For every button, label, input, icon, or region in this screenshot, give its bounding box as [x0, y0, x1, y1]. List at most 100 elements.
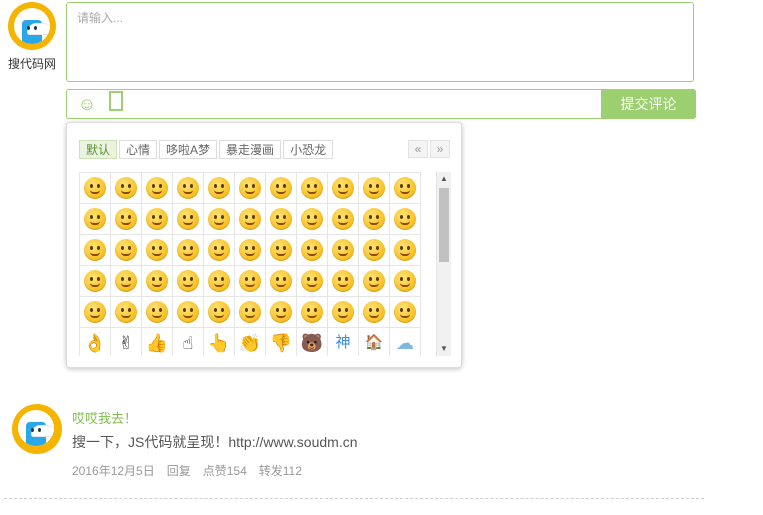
emoji-cell[interactable] — [266, 173, 297, 204]
emoji-face-icon — [239, 301, 261, 323]
comment-text: 搜一下，JS代码就呈现！http://www.soudm.cn — [72, 434, 358, 450]
emoji-cell[interactable] — [142, 235, 173, 266]
emoji-cell[interactable]: ☁ — [390, 328, 421, 356]
emoji-cell[interactable] — [328, 297, 359, 328]
emoji-cell[interactable] — [111, 297, 142, 328]
emoji-cell[interactable] — [111, 204, 142, 235]
emoji-cell[interactable] — [390, 204, 421, 235]
reply-button[interactable]: 回复 — [167, 462, 191, 479]
emoji-cell[interactable] — [390, 297, 421, 328]
emoji-cell[interactable] — [359, 297, 390, 328]
comment-input[interactable] — [66, 2, 694, 82]
emoji-cell[interactable] — [297, 173, 328, 204]
emoji-cell[interactable] — [204, 297, 235, 328]
emoji-glyph-icon: 🏠 — [364, 334, 384, 351]
emoji-cell[interactable] — [173, 235, 204, 266]
emoji-scrollbar[interactable]: ▲ ▼ — [436, 172, 451, 356]
emoji-cell[interactable] — [142, 297, 173, 328]
emoji-cell[interactable] — [173, 204, 204, 235]
emoji-cell[interactable] — [328, 173, 359, 204]
emoji-cell[interactable] — [235, 235, 266, 266]
emoji-cell[interactable] — [328, 235, 359, 266]
emoji-face-icon — [239, 177, 261, 199]
emoji-cell[interactable] — [266, 266, 297, 297]
emoji-cell[interactable]: 神 — [328, 328, 359, 356]
emoji-face-icon — [394, 301, 416, 323]
emoji-face-icon — [146, 208, 168, 230]
emoji-face-icon — [115, 270, 137, 292]
emoji-cell[interactable] — [266, 204, 297, 235]
emoji-cell[interactable]: 👏 — [235, 328, 266, 356]
forward-button[interactable]: 转发112 — [259, 462, 302, 479]
emoji-cell[interactable] — [297, 235, 328, 266]
emoji-cell[interactable] — [328, 204, 359, 235]
emoji-cell[interactable]: 👆 — [204, 328, 235, 356]
emoji-cell[interactable] — [359, 173, 390, 204]
tab-rage-comics[interactable]: 暴走漫画 — [219, 140, 282, 159]
smile-icon[interactable]: ☺ — [77, 94, 97, 114]
emoji-cell[interactable] — [328, 266, 359, 297]
emoji-face-icon — [301, 301, 323, 323]
emoji-face-icon — [177, 208, 199, 230]
emoji-cell[interactable] — [359, 266, 390, 297]
emoji-cell[interactable] — [204, 235, 235, 266]
emoji-cell[interactable] — [80, 297, 111, 328]
emoji-cell[interactable] — [266, 235, 297, 266]
emoji-cell[interactable] — [204, 204, 235, 235]
emoji-cell[interactable] — [204, 266, 235, 297]
next-page-button[interactable]: » — [430, 140, 450, 158]
emoji-cell[interactable] — [390, 235, 421, 266]
emoji-cell[interactable] — [297, 297, 328, 328]
emoji-cell[interactable] — [142, 204, 173, 235]
emoji-cell[interactable]: 👌 — [80, 328, 111, 356]
emoji-cell[interactable] — [80, 173, 111, 204]
emoji-cell[interactable] — [173, 266, 204, 297]
emoji-face-icon — [270, 208, 292, 230]
tab-mood[interactable]: 心情 — [119, 140, 158, 159]
emoji-cell[interactable]: 🏠 — [359, 328, 390, 356]
emoji-cell[interactable] — [80, 204, 111, 235]
emoji-cell[interactable] — [297, 204, 328, 235]
comment-author[interactable]: 哎哎我去！ — [72, 408, 137, 427]
tab-default[interactable]: 默认 — [79, 140, 118, 159]
emoji-cell[interactable] — [80, 235, 111, 266]
emoji-cell[interactable] — [297, 266, 328, 297]
emoji-cell[interactable] — [266, 297, 297, 328]
emoji-cell[interactable] — [142, 266, 173, 297]
tab-doraemon[interactable]: 哆啦A梦 — [159, 140, 218, 159]
emoji-cell[interactable] — [80, 266, 111, 297]
emoji-cell[interactable] — [235, 173, 266, 204]
emoji-cell[interactable] — [173, 297, 204, 328]
emoji-cell[interactable] — [111, 235, 142, 266]
submit-comment-button[interactable]: 提交评论 — [601, 89, 696, 119]
emoji-cell[interactable]: ☝ — [173, 328, 204, 356]
emoji-cell[interactable] — [173, 173, 204, 204]
emoji-cell[interactable] — [235, 266, 266, 297]
emoji-cell[interactable] — [111, 173, 142, 204]
emoji-cell[interactable] — [390, 266, 421, 297]
emoji-cell[interactable]: 👎 — [266, 328, 297, 356]
emoji-cell[interactable] — [142, 173, 173, 204]
scroll-down-icon[interactable]: ▼ — [437, 342, 451, 356]
like-button[interactable]: 点赞154 — [203, 462, 247, 479]
emoji-cell[interactable] — [359, 235, 390, 266]
emoji-cell[interactable] — [111, 266, 142, 297]
emoji-face-icon — [332, 208, 354, 230]
comment-toolbar: ☺ 提交评论 — [66, 89, 696, 119]
comment-meta: 2016年12月5日 回复 点赞154 转发112 — [72, 462, 314, 479]
emoji-cell[interactable]: 🐻 — [297, 328, 328, 356]
scroll-thumb[interactable] — [439, 188, 449, 262]
tab-little-dino[interactable]: 小恐龙 — [283, 140, 334, 159]
emoji-cell[interactable] — [359, 204, 390, 235]
prev-page-button[interactable]: « — [408, 140, 428, 158]
emoji-cell[interactable] — [204, 173, 235, 204]
emoji-cell[interactable] — [235, 297, 266, 328]
emoji-face-icon — [84, 177, 106, 199]
emoji-cell[interactable]: ✌ — [111, 328, 142, 356]
scroll-up-icon[interactable]: ▲ — [437, 172, 451, 186]
emoji-cell[interactable] — [235, 204, 266, 235]
emoji-cell[interactable]: 👍 — [142, 328, 173, 356]
emoji-panel: 默认 心情 哆啦A梦 暴走漫画 小恐龙 « » 👌 ✌ 👍 ☝ 👆 👏 👎 🐻 神 🏠 ☁ ▲ ▼ — [66, 122, 462, 368]
emoji-cell[interactable] — [390, 173, 421, 204]
emoji-face-icon — [270, 270, 292, 292]
